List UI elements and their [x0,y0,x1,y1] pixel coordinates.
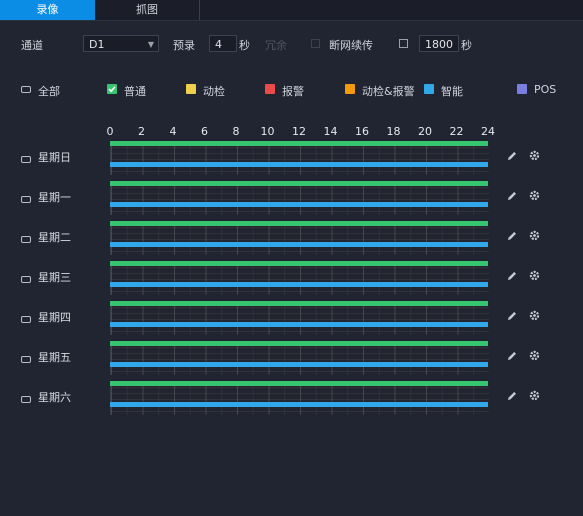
gear-icon[interactable] [528,309,541,325]
tab-record[interactable]: 录像 [0,0,95,20]
smart-record-bar[interactable] [110,402,488,407]
day-label: 星期二 [38,231,71,244]
legend-swatch-6[interactable] [517,84,527,94]
legend-swatch-2[interactable] [186,84,196,94]
check-icon [108,86,116,93]
pencil-icon[interactable] [506,270,518,285]
timeline-track[interactable] [110,341,489,375]
redundancy-checkbox [311,39,320,48]
day-label: 星期三 [38,271,71,284]
timeline-track[interactable] [110,381,489,415]
normal-record-bar[interactable] [110,141,488,146]
gear-icon[interactable] [528,269,541,285]
normal-record-bar[interactable] [110,341,488,346]
normal-record-bar[interactable] [110,221,488,226]
smart-record-bar[interactable] [110,322,488,327]
legend-label-4: 动检&报警 [362,85,415,98]
hour-tick-label: 20 [418,125,432,138]
select-all-toggle[interactable] [21,86,31,93]
pencil-icon[interactable] [506,350,518,365]
pencil-icon[interactable] [506,150,518,165]
legend-swatch-4[interactable] [345,84,355,94]
normal-record-bar[interactable] [110,381,488,386]
hour-tick-label: 6 [201,125,208,138]
anr-label: 断网续传 [329,39,373,52]
smart-record-bar[interactable] [110,242,488,247]
timeline-track[interactable] [110,261,489,295]
timeline-track[interactable] [110,301,489,335]
legend-label-5: 智能 [441,85,463,98]
select-all-label: 全部 [38,85,60,98]
hour-tick-label: 12 [292,125,306,138]
day-toggle[interactable] [21,316,31,323]
pencil-icon[interactable] [506,190,518,205]
smart-record-bar[interactable] [110,162,488,167]
legend-swatch-1[interactable] [107,84,117,94]
hour-tick-label: 4 [169,125,177,138]
hour-tick-label: 10 [260,125,275,138]
normal-record-bar[interactable] [110,181,488,186]
day-toggle[interactable] [21,196,31,203]
day-toggle[interactable] [21,356,31,363]
gear-icon[interactable] [528,349,541,365]
channel-select[interactable]: D1 ▼ [83,35,159,52]
gear-icon[interactable] [528,149,541,165]
hour-tick-label: 2 [138,125,145,138]
smart-record-bar[interactable] [110,202,488,207]
pencil-icon[interactable] [506,310,518,325]
legend-label-6: POS [534,83,557,96]
normal-record-bar[interactable] [110,301,488,306]
day-label: 星期一 [38,191,71,204]
legend-label-2: 动检 [203,85,225,98]
legend-swatch-5[interactable] [424,84,434,94]
day-label: 星期六 [38,391,71,404]
hour-tick-label: 14 [323,125,338,138]
legend-label-1: 普通 [124,85,146,98]
pencil-icon[interactable] [506,230,518,245]
prerecord-unit: 秒 [239,39,250,52]
hour-tick-label: 18 [386,125,401,138]
tab-snapshot[interactable]: 抓图 [95,0,200,20]
hour-tick-label: 22 [449,125,464,138]
gear-icon[interactable] [528,189,541,205]
channel-value: D1 [89,38,105,51]
prerecord-input[interactable]: 4 [209,35,237,52]
smart-record-bar[interactable] [110,362,488,367]
hour-tick-label: 16 [355,125,369,138]
legend-swatch-3[interactable] [265,84,275,94]
day-toggle[interactable] [21,396,31,403]
chevron-down-icon: ▼ [147,40,154,49]
gear-icon[interactable] [528,389,541,405]
day-toggle[interactable] [21,276,31,283]
day-toggle[interactable] [21,236,31,243]
redundancy-label: 冗余 [265,39,287,52]
normal-record-bar[interactable] [110,261,488,266]
anr-checkbox[interactable] [399,39,408,48]
day-label: 星期日 [38,151,71,164]
day-toggle[interactable] [21,156,31,163]
prerecord-label: 预录 [173,39,195,52]
legend-label-3: 报警 [282,85,304,98]
hour-tick-label: 24 [481,125,495,138]
channel-label: 通道 [21,39,43,52]
hour-tick-label: 0 [106,125,114,138]
gear-icon[interactable] [528,229,541,245]
hour-tick-label: 8 [232,125,240,138]
smart-record-bar[interactable] [110,282,488,287]
anr-input[interactable]: 1800 [419,35,459,52]
timeline-track[interactable] [110,221,489,255]
day-label: 星期五 [38,351,71,364]
day-label: 星期四 [38,311,71,324]
timeline-track[interactable] [110,141,489,175]
timeline-track[interactable] [110,181,489,215]
pencil-icon[interactable] [506,390,518,405]
anr-unit: 秒 [461,39,472,52]
